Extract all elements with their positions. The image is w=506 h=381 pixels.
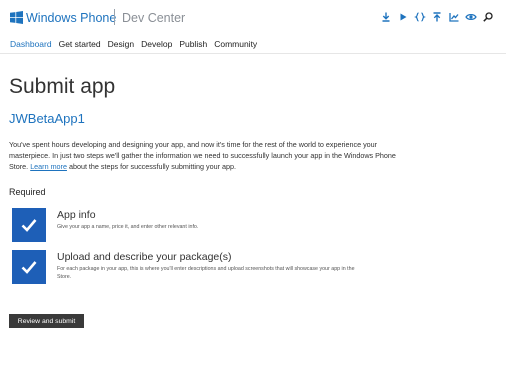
step-title[interactable]: App info [57, 209, 96, 221]
brand-subtitle[interactable]: Dev Center [122, 11, 185, 25]
eye-icon[interactable] [465, 11, 477, 23]
top-bar: Windows Phone Dev Center [0, 0, 506, 32]
step-checkmark-tile [12, 250, 46, 284]
page-title: Submit app [9, 75, 116, 98]
nav-item-publish[interactable]: Publish [179, 39, 207, 49]
play-icon[interactable] [397, 11, 409, 23]
nav-item-dashboard[interactable]: Dashboard [10, 39, 52, 49]
toolbar-icons [380, 11, 494, 23]
chart-icon[interactable] [448, 11, 460, 23]
step-app-info[interactable]: App info Give your app a name, price it,… [12, 208, 462, 242]
download-icon[interactable] [380, 11, 392, 23]
nav-item-community[interactable]: Community [214, 39, 257, 49]
step-description: For each package in your app, this is wh… [57, 266, 355, 280]
step-checkmark-tile [12, 208, 46, 242]
step-description: Give your app a name, price it, and ente… [57, 224, 199, 230]
main-nav: Dashboard Get started Design Develop Pub… [10, 39, 257, 49]
review-and-submit-button[interactable]: Review and submit [9, 314, 84, 328]
upload-icon[interactable] [431, 11, 443, 23]
intro-paragraph: You've spent hours developing and design… [9, 139, 397, 172]
checkmark-icon [21, 261, 37, 274]
code-braces-icon[interactable] [414, 11, 426, 23]
brand-divider [114, 9, 115, 25]
learn-more-link[interactable]: Learn more [30, 162, 67, 171]
search-icon[interactable] [482, 11, 494, 23]
brand-name[interactable]: Windows Phone [26, 11, 116, 25]
step-title[interactable]: Upload and describe your package(s) [57, 251, 232, 263]
app-name-link[interactable]: JWBetaApp1 [9, 111, 85, 126]
windows-logo-icon[interactable] [10, 11, 23, 24]
required-section-label: Required [9, 187, 46, 197]
nav-item-design[interactable]: Design [108, 39, 134, 49]
nav-item-develop[interactable]: Develop [141, 39, 172, 49]
step-upload-packages[interactable]: Upload and describe your package(s) For … [12, 250, 462, 284]
intro-text-end: about the steps for successfully submitt… [66, 162, 236, 171]
nav-divider [0, 53, 506, 54]
nav-item-get-started[interactable]: Get started [59, 39, 101, 49]
checkmark-icon [21, 219, 37, 232]
